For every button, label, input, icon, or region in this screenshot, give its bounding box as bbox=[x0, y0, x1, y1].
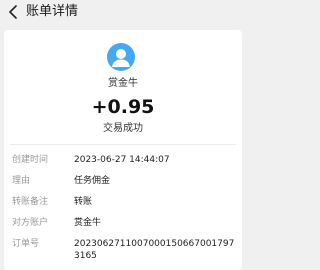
detail-label: 理由 bbox=[12, 176, 31, 186]
detail-label: 创建时间 bbox=[12, 155, 49, 165]
divider bbox=[10, 144, 236, 145]
transaction-amount: +0.95 bbox=[91, 96, 155, 118]
detail-value: 2023-06-27 14:44:07 bbox=[74, 155, 170, 165]
chevron-left-icon[interactable] bbox=[6, 4, 20, 20]
page-title: 账单详情 bbox=[26, 4, 79, 19]
detail-label: 订单号 bbox=[12, 239, 40, 249]
top-nav-bar: 账单详情 bbox=[0, 0, 246, 26]
detail-label: 转账备注 bbox=[12, 197, 49, 207]
detail-value: 赏金牛 bbox=[74, 218, 102, 228]
detail-label: 对方账户 bbox=[12, 218, 49, 228]
counterparty-name: 赏金牛 bbox=[108, 78, 138, 89]
detail-value: 任务佣金 bbox=[74, 176, 111, 186]
transaction-status: 交易成功 bbox=[103, 123, 143, 134]
order-number-value[interactable]: 20230627110070001506670017973165 bbox=[74, 238, 240, 262]
bill-detail-card: 赏金牛 +0.95 交易成功 创建时间 2023-06-27 14:44:07 … bbox=[4, 30, 242, 270]
detail-value: 转账 bbox=[74, 197, 93, 207]
user-avatar-icon bbox=[107, 43, 135, 71]
